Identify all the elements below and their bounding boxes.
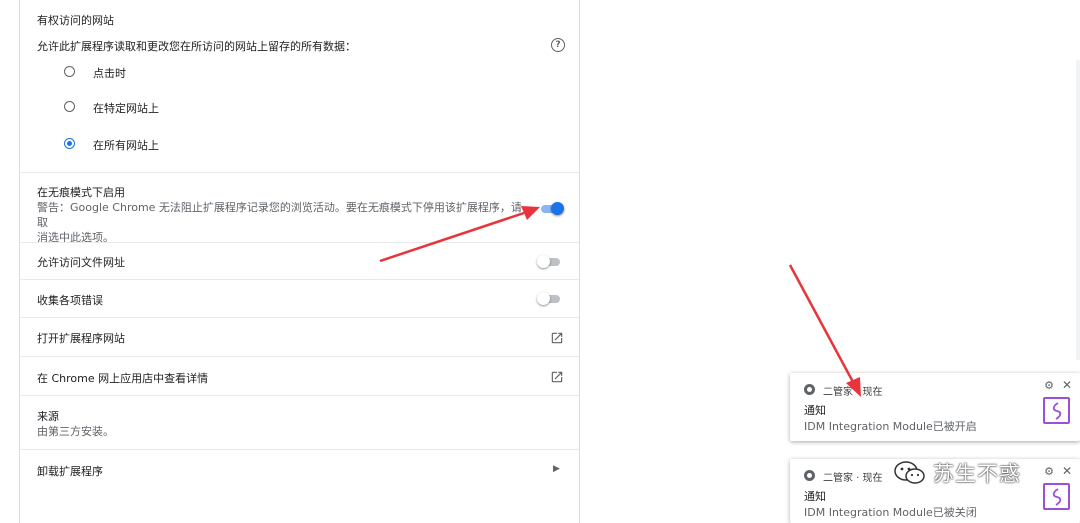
toggle-knob <box>537 292 550 305</box>
incognito-toggle[interactable] <box>539 202 564 215</box>
chrome-icon <box>804 470 815 481</box>
collect-errors-row: 收集各项错误 <box>20 279 579 318</box>
incognito-row: 在无痕模式下启用 警告：Google Chrome 无法阻止扩展程序记录您的浏览… <box>20 172 579 245</box>
gear-icon[interactable]: ⚙ <box>1044 379 1054 392</box>
notification-title: 通知 <box>804 404 826 417</box>
notification-title: 通知 <box>804 490 826 503</box>
scrollbar-track[interactable] <box>1076 60 1080 360</box>
idm-app-icon <box>1043 483 1070 510</box>
notification-message: IDM Integration Module已被开启 <box>804 420 977 433</box>
open-in-new-icon[interactable] <box>550 370 564 384</box>
radio-on-click[interactable] <box>64 66 75 77</box>
annotation-arrow-notification <box>788 264 855 383</box>
source-title: 来源 <box>37 410 59 423</box>
web-store-title[interactable]: 在 Chrome 网上应用店中查看详情 <box>37 370 208 386</box>
radio-on-click-label[interactable]: 点击时 <box>93 65 126 81</box>
extension-details-panel: 有权访问的网站 允许此扩展程序读取和更改您在所访问的网站上留存的所有数据： ? … <box>19 0 580 523</box>
collect-errors-toggle[interactable] <box>537 292 561 305</box>
incognito-warning: 警告：Google Chrome 无法阻止扩展程序记录您的浏览活动。要在无痕模式… <box>37 200 527 245</box>
close-icon[interactable]: ✕ <box>1062 378 1072 392</box>
uninstall-title[interactable]: 卸载扩展程序 <box>37 463 103 479</box>
file-urls-row: 允许访问文件网址 <box>20 242 579 280</box>
chevron-right-icon[interactable]: ▶ <box>553 464 560 474</box>
toggle-knob <box>537 255 550 268</box>
wechat-icon <box>894 461 925 484</box>
source-row: 来源 由第三方安装。 <box>20 395 579 450</box>
toggle-knob <box>551 202 564 215</box>
notification-source: 二管家 · 现在 <box>823 387 883 398</box>
open-in-new-icon[interactable] <box>550 331 564 345</box>
radio-specific-sites[interactable] <box>64 101 75 112</box>
radio-specific-sites-label[interactable]: 在特定网站上 <box>93 100 159 116</box>
radio-all-sites[interactable] <box>64 138 75 149</box>
source-value: 由第三方安装。 <box>37 425 114 438</box>
site-access-description: 允许此扩展程序读取和更改您在所访问的网站上留存的所有数据： <box>37 40 356 53</box>
collect-errors-title: 收集各项错误 <box>37 294 103 307</box>
file-urls-toggle[interactable] <box>537 255 561 268</box>
watermark: 苏生不惑 <box>893 458 1021 488</box>
watermark-text: 苏生不惑 <box>933 462 1021 486</box>
chrome-icon <box>804 384 815 395</box>
close-icon[interactable]: ✕ <box>1062 464 1072 478</box>
site-access-title: 有权访问的网站 <box>37 14 114 27</box>
uninstall-row[interactable]: 卸载扩展程序 <box>20 449 579 490</box>
idm-app-icon <box>1043 397 1070 424</box>
radio-all-sites-label[interactable]: 在所有网站上 <box>93 137 159 153</box>
open-extension-site-row[interactable]: 打开扩展程序网站 <box>20 317 579 357</box>
incognito-warning-line1: 警告：Google Chrome 无法阻止扩展程序记录您的浏览活动。要在无痕模式… <box>37 201 522 229</box>
open-extension-site-title[interactable]: 打开扩展程序网站 <box>37 330 125 346</box>
notification-card[interactable]: 二管家 · 现在 ⚙ ✕ 通知 IDM Integration Module已被… <box>790 373 1080 441</box>
web-store-row[interactable]: 在 Chrome 网上应用店中查看详情 <box>20 356 579 396</box>
help-icon[interactable]: ? <box>551 38 565 52</box>
incognito-title: 在无痕模式下启用 <box>37 186 125 199</box>
notification-message: IDM Integration Module已被关闭 <box>804 506 977 519</box>
gear-icon[interactable]: ⚙ <box>1044 465 1054 478</box>
file-urls-title: 允许访问文件网址 <box>37 256 125 269</box>
notification-source: 二管家 · 现在 <box>823 473 883 484</box>
